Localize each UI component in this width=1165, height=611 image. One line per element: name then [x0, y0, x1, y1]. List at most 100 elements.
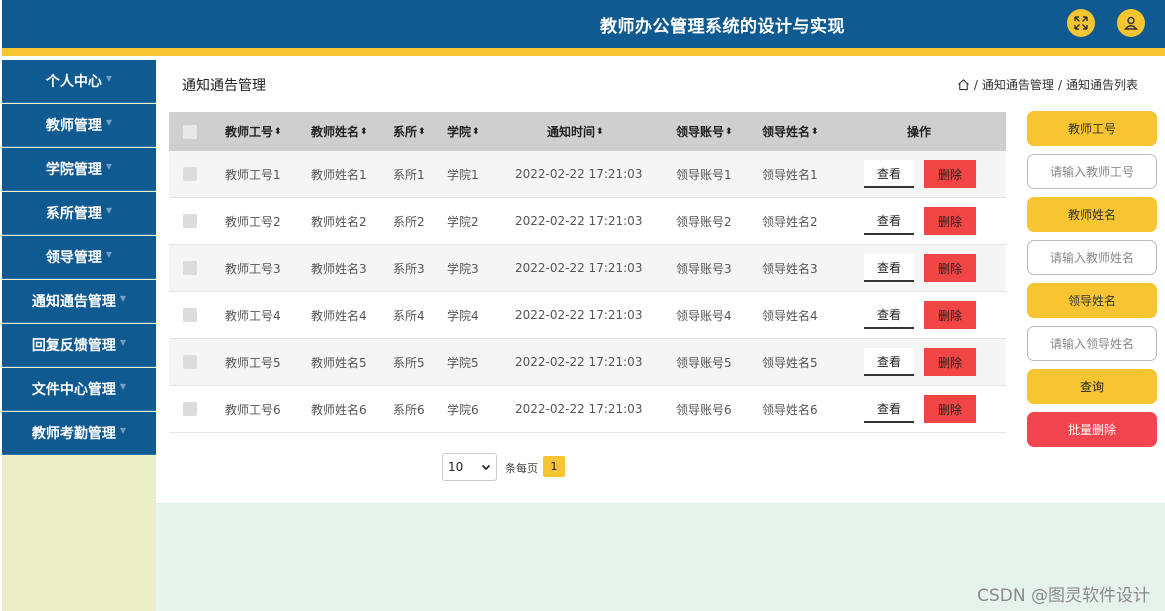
- column-header-department[interactable]: 系所 ⬍: [393, 112, 426, 151]
- sidebar: 个人中心 ▼ 教师管理 ▼ 学院管理 ▼ 系所管理 ▼ 领导管理 ▼ 通知通告管理 ▼ 回复…: [2, 60, 156, 611]
- view-button[interactable]: 查看: [864, 207, 914, 235]
- sidebar-item-label: 教师考勤管理: [31, 426, 116, 442]
- sidebar-item-label: 学院管理: [45, 162, 102, 178]
- delete-button[interactable]: 删除: [924, 254, 976, 282]
- teacher-name-input[interactable]: [1028, 241, 1156, 274]
- breadcrumb-notice-list: 通知通告列表: [1065, 78, 1138, 92]
- chevron-down-icon: ▼: [119, 337, 127, 347]
- teacher-name-field[interactable]: [1027, 240, 1157, 275]
- delete-button[interactable]: 删除: [924, 395, 976, 423]
- column-header-teacher-id[interactable]: 教师工号 ⬍: [225, 112, 282, 151]
- page-size-select[interactable]: 10: [442, 453, 497, 481]
- row-checkbox[interactable]: [183, 214, 197, 228]
- page-number-current[interactable]: 1: [543, 456, 565, 477]
- leader-name-field[interactable]: [1027, 326, 1157, 361]
- chevron-down-icon: ▼: [119, 293, 127, 303]
- sidebar-item-label: 文件中心管理: [31, 382, 116, 398]
- cell-college: 学院2: [447, 214, 479, 229]
- view-button[interactable]: 查看: [864, 160, 914, 188]
- cell-department: 系所2: [393, 214, 425, 229]
- chevron-down-icon: ▼: [119, 425, 127, 435]
- row-checkbox[interactable]: [183, 308, 197, 322]
- breadcrumb-separator: /: [1057, 77, 1062, 92]
- chevron-down-icon: [481, 461, 491, 475]
- sort-icon: ⬍: [725, 126, 733, 137]
- csdn-watermark: CSDN @图灵软件设计: [977, 586, 1150, 606]
- cell-notice-time: 2022-02-22 17:21:03: [515, 261, 643, 275]
- sidebar-item-label: 个人中心: [45, 74, 102, 90]
- sidebar-item-label: 通知通告管理: [31, 294, 116, 310]
- sidebar-item-department-management[interactable]: 系所管理 ▼: [2, 192, 156, 235]
- chevron-down-icon: ▼: [105, 161, 113, 171]
- top-header: [2, 0, 1165, 48]
- sidebar-item-feedback-management[interactable]: 回复反馈管理 ▼: [2, 324, 156, 367]
- row-checkbox[interactable]: [183, 167, 197, 181]
- breadcrumb-notice-management[interactable]: 通知通告管理: [982, 76, 1054, 93]
- cell-teacher-name: 教师姓名6: [311, 402, 367, 417]
- cell-leader-account: 领导账号6: [676, 402, 732, 417]
- view-button[interactable]: 查看: [864, 254, 914, 282]
- teacher-id-field[interactable]: [1027, 154, 1157, 189]
- batch-delete-button[interactable]: 批量删除: [1027, 412, 1157, 447]
- sidebar-item-teacher-management[interactable]: 教师管理 ▼: [2, 104, 156, 147]
- column-header-college[interactable]: 学院 ⬍: [447, 112, 480, 151]
- delete-button[interactable]: 删除: [924, 348, 976, 376]
- sort-icon: ⬍: [274, 126, 282, 137]
- sidebar-item-personal-center[interactable]: 个人中心 ▼: [2, 60, 156, 103]
- sidebar-item-file-center-management[interactable]: 文件中心管理 ▼: [2, 368, 156, 411]
- chevron-down-icon: ▼: [105, 117, 113, 127]
- view-button[interactable]: 查看: [864, 301, 914, 329]
- cell-teacher-id: 教师工号3: [225, 261, 281, 276]
- sidebar-item-attendance-management[interactable]: 教师考勤管理 ▼: [2, 412, 156, 455]
- row-checkbox[interactable]: [183, 355, 197, 369]
- cell-leader-name: 领导姓名4: [762, 308, 818, 323]
- cell-college: 学院1: [447, 167, 479, 182]
- cell-department: 系所5: [393, 355, 425, 370]
- sidebar-item-notice-management[interactable]: 通知通告管理 ▼: [2, 280, 156, 323]
- page-title: 通知通告管理: [182, 78, 266, 94]
- cell-teacher-name: 教师姓名5: [311, 355, 367, 370]
- sidebar-item-college-management[interactable]: 学院管理 ▼: [2, 148, 156, 191]
- column-header-leader-name[interactable]: 领导姓名 ⬍: [762, 112, 819, 151]
- cell-notice-time: 2022-02-22 17:21:03: [515, 167, 643, 181]
- cell-leader-account: 领导账号1: [676, 167, 732, 182]
- view-button[interactable]: 查看: [864, 348, 914, 376]
- cell-leader-account: 领导账号5: [676, 355, 732, 370]
- view-button[interactable]: 查看: [864, 395, 914, 423]
- column-header-leader-account[interactable]: 领导账号 ⬍: [676, 112, 733, 151]
- cell-college: 学院3: [447, 261, 479, 276]
- chevron-down-icon: ▼: [105, 73, 113, 83]
- delete-button[interactable]: 删除: [924, 207, 976, 235]
- leader-name-input[interactable]: [1028, 327, 1156, 360]
- sort-icon: ⬍: [418, 126, 426, 137]
- leader-name-label: 领导姓名: [1027, 283, 1157, 318]
- cell-leader-account: 领导账号4: [676, 308, 732, 323]
- cell-notice-time: 2022-02-22 17:21:03: [515, 308, 643, 322]
- delete-button[interactable]: 删除: [924, 160, 976, 188]
- cell-leader-name: 领导姓名6: [762, 402, 818, 417]
- row-checkbox[interactable]: [183, 261, 197, 275]
- row-checkbox[interactable]: [183, 402, 197, 416]
- sidebar-item-leader-management[interactable]: 领导管理 ▼: [2, 236, 156, 279]
- cell-department: 系所3: [393, 261, 425, 276]
- cell-leader-name: 领导姓名2: [762, 214, 818, 229]
- home-icon[interactable]: [957, 78, 970, 91]
- user-menu-button[interactable]: [1117, 9, 1145, 37]
- select-all-checkbox[interactable]: [183, 124, 197, 139]
- delete-button[interactable]: 删除: [924, 301, 976, 329]
- breadcrumb-separator: /: [973, 77, 978, 92]
- cell-teacher-id: 教师工号1: [225, 167, 281, 182]
- query-button[interactable]: 查询: [1027, 369, 1157, 404]
- cell-college: 学院6: [447, 402, 479, 417]
- sidebar-item-label: 教师管理: [45, 118, 102, 134]
- user-icon: [1123, 16, 1139, 30]
- cell-teacher-name: 教师姓名1: [311, 167, 367, 182]
- table-row: 教师工号4 教师姓名4 系所4 学院4 2022-02-22 17:21:03 …: [169, 292, 1006, 339]
- column-header-notice-time[interactable]: 通知时间 ⬍: [547, 112, 604, 151]
- fullscreen-button[interactable]: [1067, 9, 1095, 37]
- cell-teacher-id: 教师工号5: [225, 355, 281, 370]
- sort-icon: ⬍: [360, 126, 368, 137]
- cell-leader-name: 领导姓名1: [762, 167, 818, 182]
- teacher-id-input[interactable]: [1028, 155, 1156, 188]
- column-header-teacher-name[interactable]: 教师姓名 ⬍: [311, 112, 368, 151]
